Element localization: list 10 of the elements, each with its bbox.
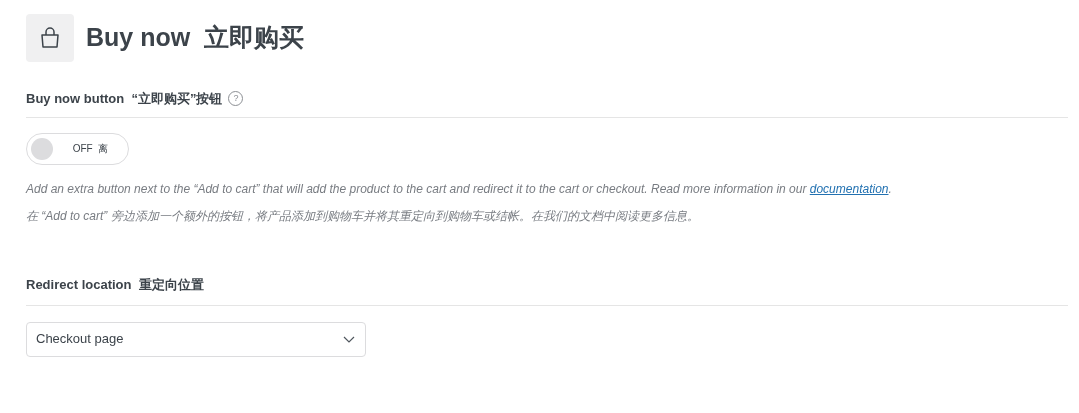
description-text: 在 “Add to cart” 旁边添加一个额外的按钮，将产品添加到购物车并将其重定向到购物车或结帐。在我们的文档中阅读更多信息。 — [26, 207, 700, 225]
chevron-down-icon — [343, 335, 355, 343]
documentation-link[interactable]: documentation — [809, 181, 889, 196]
toggle-switch[interactable]: OFF 离 — [26, 132, 129, 165]
setting-label: Buy now button “立即购买”按钮 — [26, 90, 223, 108]
setting-label: Redirect location 重定向位置 — [26, 276, 204, 292]
description-text: Add an extra button next to the “Add to cart” that will add the product to the cart and redirect it to the cart or checkout. Read more information in our documentation. — [26, 180, 893, 198]
page-title: Buy now 立即购买 — [86, 22, 305, 54]
redirect-select[interactable]: Checkout page — [26, 321, 366, 357]
shopping-bag-icon — [40, 27, 60, 49]
